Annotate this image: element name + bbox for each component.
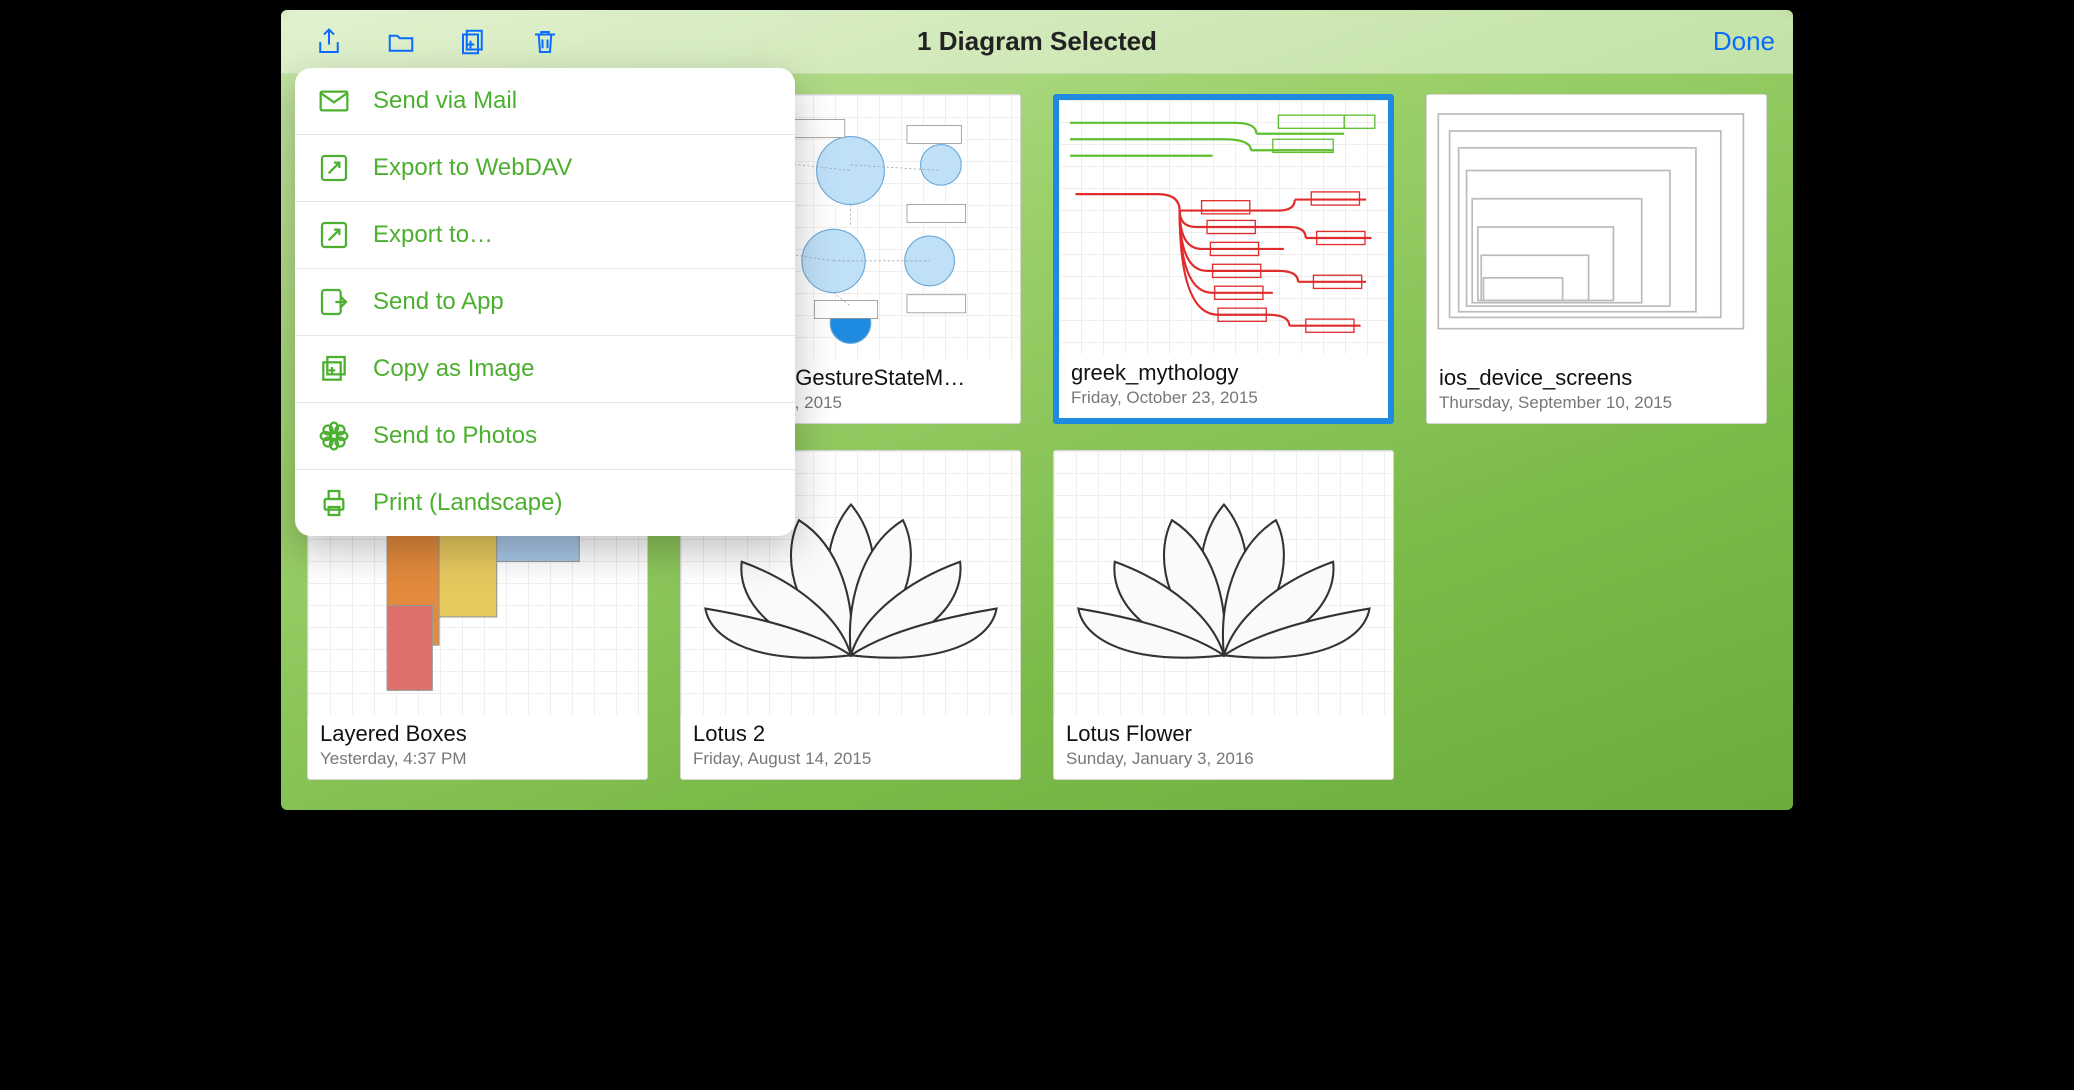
share-button[interactable] — [299, 20, 359, 64]
document-name: Lotus 2 — [693, 721, 1008, 747]
copy-image-icon — [317, 352, 351, 386]
menu-item-send-photos[interactable]: Send to Photos — [295, 403, 795, 470]
duplicate-icon — [458, 27, 488, 57]
document-date: Friday, August 14, 2015 — [693, 749, 1008, 769]
menu-item-export-webdav[interactable]: Export to WebDAV — [295, 135, 795, 202]
export-webdav-icon — [317, 151, 351, 185]
document-date: Friday, October 23, 2015 — [1071, 388, 1376, 408]
document-card[interactable]: Lotus Flower Sunday, January 3, 2016 — [1053, 450, 1394, 780]
document-date: Thursday, September 10, 2015 — [1439, 393, 1754, 413]
menu-item-label: Print (Landscape) — [373, 489, 562, 517]
document-name: ios_device_screens — [1439, 365, 1754, 391]
document-thumbnail — [1427, 95, 1766, 359]
folder-button[interactable] — [371, 20, 431, 64]
document-thumbnail — [1059, 100, 1388, 354]
share-popover: Send via Mail Export to WebDAV Export to… — [295, 68, 795, 536]
mail-icon — [317, 84, 351, 118]
document-thumbnail — [1054, 451, 1393, 715]
print-icon — [317, 486, 351, 520]
photos-icon — [317, 419, 351, 453]
menu-item-label: Copy as Image — [373, 355, 534, 383]
toolbar-title: 1 Diagram Selected — [281, 26, 1793, 57]
menu-item-label: Send via Mail — [373, 87, 517, 115]
share-icon — [314, 27, 344, 57]
menu-item-send-mail[interactable]: Send via Mail — [295, 68, 795, 135]
menu-item-label: Send to App — [373, 288, 504, 316]
app-window: 1 Diagram Selected Done …rs …ne 16, 2015 — [281, 10, 1793, 810]
toolbar: 1 Diagram Selected Done — [281, 10, 1793, 74]
menu-item-label: Export to… — [373, 221, 493, 249]
menu-item-send-to-app[interactable]: Send to App — [295, 269, 795, 336]
menu-item-export-to[interactable]: Export to… — [295, 202, 795, 269]
trash-button[interactable] — [515, 20, 575, 64]
document-card[interactable]: ios_device_screens Thursday, September 1… — [1426, 94, 1767, 424]
document-date: Yesterday, 4:37 PM — [320, 749, 635, 769]
document-name: Lotus Flower — [1066, 721, 1381, 747]
document-card[interactable]: greek_mythology Friday, October 23, 2015 — [1053, 94, 1394, 424]
document-name: greek_mythology — [1071, 360, 1376, 386]
trash-icon — [530, 27, 560, 57]
export-icon — [317, 218, 351, 252]
document-name: Layered Boxes — [320, 721, 635, 747]
send-to-app-icon — [317, 285, 351, 319]
duplicate-button[interactable] — [443, 20, 503, 64]
document-date: Sunday, January 3, 2016 — [1066, 749, 1381, 769]
menu-item-copy-image[interactable]: Copy as Image — [295, 336, 795, 403]
menu-item-label: Export to WebDAV — [373, 154, 572, 182]
menu-item-print[interactable]: Print (Landscape) — [295, 470, 795, 536]
menu-item-label: Send to Photos — [373, 422, 537, 450]
done-button[interactable]: Done — [1713, 26, 1775, 57]
folder-icon — [386, 27, 416, 57]
